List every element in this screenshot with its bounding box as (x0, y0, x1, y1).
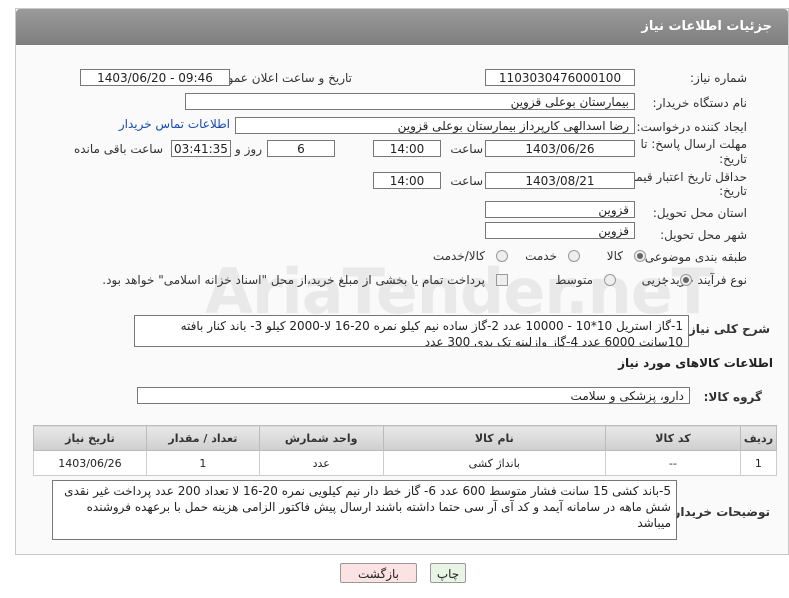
buyer-notes-label: توضیحات خریدار: (668, 505, 770, 519)
buyer-org-field: بیمارستان بوعلی قزوین (185, 93, 635, 110)
col-qty: تعداد / مقدار (145, 425, 260, 451)
validity-time-field: 14:00 (373, 172, 441, 189)
days-field: 6 (267, 140, 335, 157)
col-row: ردیف (739, 425, 778, 451)
announce-field: 1403/06/20 - 09:46 (80, 69, 230, 86)
creator-label: ایجاد کننده درخواست: (636, 120, 747, 134)
process-minor-label: جزیی (641, 273, 669, 287)
print-button[interactable]: چاپ (430, 563, 466, 583)
deadline-label-date: تاریخ: (719, 152, 747, 166)
remaining-time-field: 03:41:35 (171, 140, 231, 157)
deadline-time-label: ساعت (450, 142, 483, 156)
goods-group-label: گروه کالا: (703, 390, 762, 404)
category-service-label: خدمت (525, 249, 557, 263)
col-name: نام کالا (382, 425, 607, 451)
table-header-row: ردیف کد کالا نام کالا واحد شمارش تعداد /… (33, 425, 778, 451)
need-number-label: شماره نیاز: (690, 71, 747, 85)
table-row: 1 -- بانداژ کشی عدد 1 1403/06/26 (33, 450, 778, 476)
description-textarea[interactable]: 1-گاز استریل 10*10 - 10000 عدد 2-گاز ساد… (134, 315, 689, 347)
creator-field: رضا اسدالهی کارپرداز بیمارستان بوعلی قزو… (235, 117, 635, 134)
validity-label-date: تاریخ: (719, 184, 747, 198)
process-medium-radio[interactable] (604, 274, 616, 286)
panel-title: جزئیات اطلاعات نیاز (641, 19, 772, 34)
category-label: طبقه بندی موضوعی: (640, 250, 747, 264)
cell-name: بانداژ کشی (382, 450, 607, 476)
remaining-label: ساعت باقی مانده (73, 142, 163, 156)
cell-row: 1 (739, 450, 778, 476)
city-field: قزوین (485, 222, 635, 239)
category-goods-service-radio[interactable] (496, 250, 508, 262)
category-service-radio[interactable] (568, 250, 580, 262)
treasury-checkbox[interactable] (496, 274, 508, 286)
category-goods-radio[interactable] (634, 250, 646, 262)
cell-code: -- (605, 450, 741, 476)
category-goods-label: کالا (606, 249, 623, 263)
cell-date: 1403/06/26 (33, 450, 147, 476)
buyer-org-label: نام دستگاه خریدار: (652, 96, 748, 110)
col-code: کد کالا (605, 425, 741, 451)
description-label: شرح کلی نیاز: (684, 322, 770, 336)
province-field: قزوین (485, 201, 635, 218)
goods-section-title: اطلاعات کالاهای مورد نیاز (618, 356, 773, 370)
col-unit: واحد شمارش (258, 425, 384, 451)
purchase-type-label: نوع فرآیند خرید : (662, 273, 747, 287)
treasury-note: پرداخت تمام یا بخشی از مبلغ خرید،از محل … (102, 273, 485, 287)
deadline-time-field: 14:00 (373, 140, 441, 157)
back-button[interactable]: بازگشت (340, 563, 417, 583)
goods-table: ردیف کد کالا نام کالا واحد شمارش تعداد /… (33, 425, 778, 476)
days-label: روز و (235, 142, 262, 156)
deadline-date-field: 1403/06/26 (485, 140, 635, 157)
col-date: تاریخ نیاز (33, 425, 147, 451)
need-number-field: 1103030476000100 (485, 69, 635, 86)
deadline-label: مهلت ارسال پاسخ: تا (640, 137, 747, 151)
buyer-notes-textarea[interactable]: 5-باند کشی 15 سانت فشار متوسط 600 عدد 6-… (52, 480, 677, 540)
category-goods-service-label: کالا/خدمت (432, 249, 485, 263)
panel-header: جزئیات اطلاعات نیاز (16, 9, 788, 45)
cell-qty: 1 (145, 450, 260, 476)
city-label: شهر محل تحویل: (660, 228, 747, 242)
province-label: استان محل تحویل: (652, 206, 747, 220)
process-medium-label: متوسط (555, 273, 593, 287)
goods-group-field: دارو، پزشکی و سلامت (137, 387, 690, 404)
validity-time-label: ساعت (450, 174, 483, 188)
cell-unit: عدد (258, 450, 384, 476)
process-minor-radio[interactable] (680, 274, 692, 286)
contact-info-link[interactable]: اطلاعات تماس خریدار (119, 117, 230, 131)
validity-date-field: 1403/08/21 (485, 172, 635, 189)
